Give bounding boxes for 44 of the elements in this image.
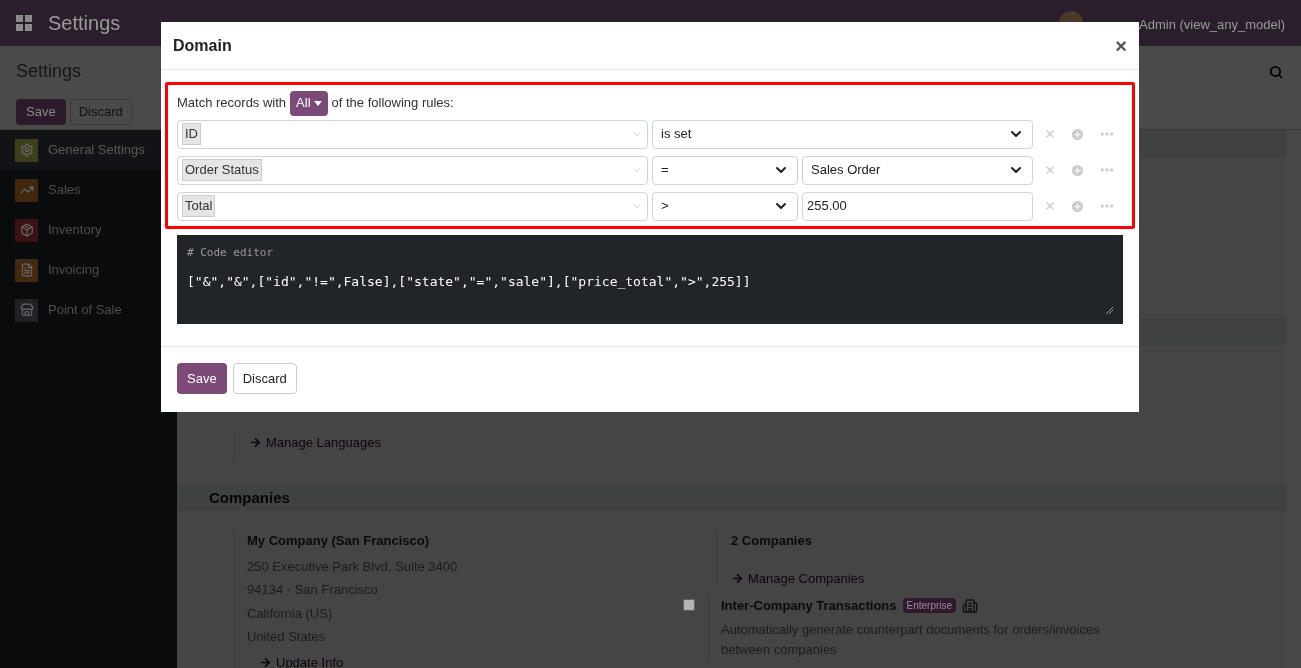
delete-icon[interactable] bbox=[1044, 164, 1056, 176]
field-selector[interactable]: Total bbox=[177, 191, 648, 221]
code-editor[interactable]: # Code editor ["&","&",["id","!=",False],["state","=","sale"],["price_total",">",255]] bbox=[177, 235, 1123, 324]
save-button[interactable]: Save bbox=[16, 99, 66, 125]
section-title: Companies bbox=[209, 487, 290, 508]
match-label: of the following rules: bbox=[331, 94, 454, 113]
app-title: Settings bbox=[48, 11, 121, 36]
resize-handle-icon[interactable] bbox=[1106, 307, 1113, 314]
field-selector[interactable]: ID bbox=[177, 119, 648, 149]
close-button[interactable]: × bbox=[1115, 35, 1127, 56]
arrow-icon bbox=[731, 571, 744, 585]
caret-icon bbox=[313, 100, 322, 106]
building-icon bbox=[962, 597, 979, 614]
match-mode-dropdown[interactable]: All bbox=[290, 90, 328, 116]
setting-title: Inter-Company Transactions bbox=[721, 597, 897, 615]
user-menu[interactable]: Admin (view_any_model) bbox=[1139, 15, 1285, 35]
match-label: Match records with bbox=[177, 94, 287, 113]
discard-button[interactable]: Discard bbox=[232, 363, 297, 394]
companies-count: 2 Companies bbox=[731, 532, 813, 550]
save-button[interactable]: Save bbox=[177, 363, 227, 394]
inter-company-checkbox[interactable] bbox=[683, 599, 695, 611]
add-icon[interactable] bbox=[1070, 126, 1085, 142]
operator-select[interactable]: > bbox=[652, 191, 798, 221]
code-comment: # Code editor bbox=[187, 245, 275, 261]
field-tag: Total bbox=[182, 195, 216, 217]
operator-select[interactable]: = bbox=[652, 155, 798, 185]
operator-select[interactable]: is set bbox=[652, 119, 1033, 149]
field-tag: ID bbox=[182, 123, 201, 145]
value-input[interactable]: 255.00 bbox=[802, 191, 1033, 221]
search-icon[interactable] bbox=[1269, 64, 1283, 79]
arrow-icon bbox=[249, 436, 262, 450]
delete-icon[interactable] bbox=[1044, 200, 1056, 212]
dialog-title: Domain bbox=[173, 35, 232, 56]
arrow-icon bbox=[259, 655, 272, 668]
enterprise-badge: Enterprise bbox=[902, 598, 957, 614]
company-name: My Company (San Francisco) bbox=[247, 532, 431, 550]
apps-menu-icon[interactable] bbox=[16, 15, 32, 31]
field-tag: Order Status bbox=[182, 159, 262, 181]
add-icon[interactable] bbox=[1070, 162, 1085, 178]
value-select[interactable]: Sales Order bbox=[802, 155, 1033, 185]
add-icon[interactable] bbox=[1070, 198, 1085, 214]
field-selector[interactable]: Order Status bbox=[177, 155, 648, 185]
code-text: ["&","&",["id","!=",False],["state","=","sale"],["price_total",">",255]] bbox=[187, 272, 752, 291]
delete-icon[interactable] bbox=[1044, 128, 1056, 140]
